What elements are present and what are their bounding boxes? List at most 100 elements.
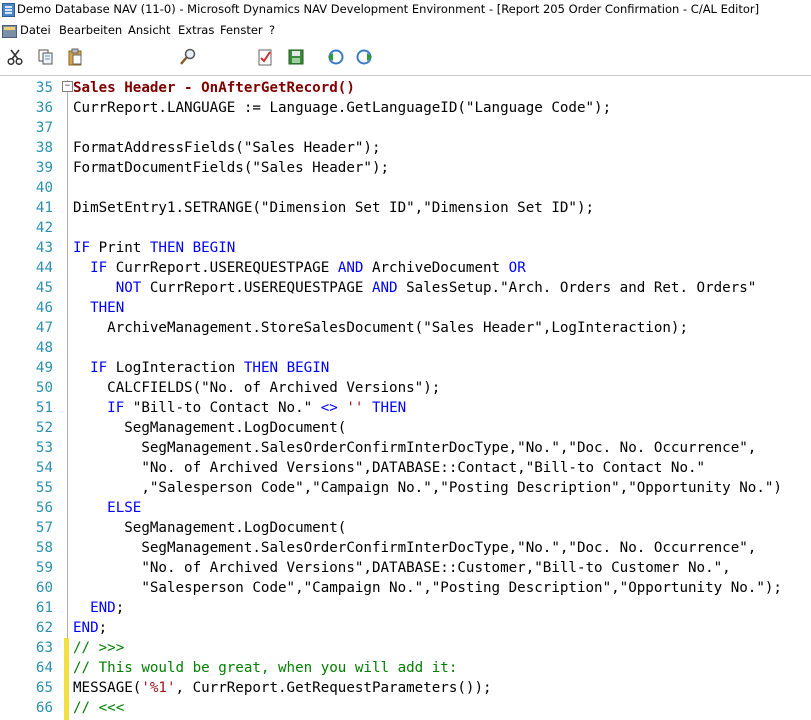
code-text: SegManagement.LogDocument(: [73, 418, 346, 438]
code-line[interactable]: 35 Sales Header - OnAfterGetRecord(): [0, 78, 811, 98]
line-number: 56: [35, 500, 53, 516]
code-token: MESSAGE(: [73, 680, 142, 696]
line-number: 51: [35, 400, 53, 416]
code-line[interactable]: 41 DimSetEntry1.SETRANGE("Dimension Set I…: [0, 198, 811, 218]
code-line[interactable]: 56 ELSE: [0, 498, 811, 518]
code-text: FormatAddressFields("Sales Header");: [73, 138, 381, 158]
code-token: ,"Salesperson Code","Campaign No.","Post…: [73, 480, 782, 496]
code-line[interactable]: 57 SegManagement.LogDocument(: [0, 518, 811, 538]
code-line[interactable]: 37: [0, 118, 811, 138]
code-text: "No. of Archived Versions",DATABASE::Cus…: [73, 558, 730, 578]
prev-icon[interactable]: [327, 48, 345, 66]
code-text: IF "Bill-to Contact No." <> '' THEN: [73, 398, 406, 418]
code-token: THEN: [372, 400, 407, 416]
line-number: 63: [35, 640, 53, 656]
title-bar: Demo Database NAV (11-0) - Microsoft Dyn…: [0, 0, 811, 20]
code-line[interactable]: 47 ArchiveManagement.StoreSalesDocument(…: [0, 318, 811, 338]
code-line[interactable]: 40: [0, 178, 811, 198]
line-number: 45: [35, 280, 53, 296]
document-menu-icon[interactable]: [2, 25, 17, 38]
code-token: // <<<: [73, 700, 125, 716]
code-line[interactable]: 58 SegManagement.SalesOrderConfirmInterD…: [0, 538, 811, 558]
line-number: 44: [35, 260, 53, 276]
code-text: IF CurrReport.USEREQUESTPAGE AND Archive…: [73, 258, 526, 278]
code-line[interactable]: 46 THEN: [0, 298, 811, 318]
code-token: CALCFIELDS("No. of Archived Versions");: [73, 380, 441, 396]
paste-icon[interactable]: [66, 48, 84, 66]
line-number: 43: [35, 240, 53, 256]
menu-bearbeiten[interactable]: Bearbeiten: [59, 23, 122, 37]
code-token: SalesSetup."Arch. Orders and Ret. Orders…: [397, 280, 757, 296]
code-line[interactable]: 42: [0, 218, 811, 238]
line-number: 46: [35, 300, 53, 316]
line-number: 36: [35, 100, 53, 116]
code-line[interactable]: 45 NOT CurrReport.USEREQUESTPAGE AND Sal…: [0, 278, 811, 298]
find-icon[interactable]: [179, 48, 197, 66]
code-token: THEN: [90, 300, 125, 316]
code-token: ;: [98, 620, 108, 636]
line-number: 50: [35, 380, 53, 396]
menu-datei[interactable]: Datei: [20, 23, 51, 37]
code-token: // >>>: [73, 640, 125, 656]
code-text: FormatDocumentFields("Sales Header");: [73, 158, 389, 178]
menu-extras[interactable]: Extras: [178, 23, 214, 37]
code-line[interactable]: 38 FormatAddressFields("Sales Header");: [0, 138, 811, 158]
code-token: AND: [371, 280, 398, 296]
code-token: IF: [90, 360, 108, 376]
code-text: ,"Salesperson Code","Campaign No.","Post…: [73, 478, 782, 498]
compile-icon[interactable]: [256, 48, 274, 66]
code-text: NOT CurrReport.USEREQUESTPAGE AND SalesS…: [73, 278, 757, 298]
menu-help[interactable]: ?: [269, 23, 275, 37]
code-line[interactable]: 48: [0, 338, 811, 358]
code-line[interactable]: 65 MESSAGE('%1', CurrReport.GetRequestPar…: [0, 678, 811, 698]
line-number: 40: [35, 180, 53, 196]
code-token: ;: [115, 600, 125, 616]
code-line[interactable]: 63 // >>>: [0, 638, 811, 658]
next-icon[interactable]: [355, 48, 373, 66]
line-number: 42: [35, 220, 53, 236]
code-line[interactable]: 53 SegManagement.SalesOrderConfirmInterD…: [0, 438, 811, 458]
code-line[interactable]: 64 // This would be great, when you will …: [0, 658, 811, 678]
menu-fenster[interactable]: Fenster: [220, 23, 263, 37]
code-line[interactable]: 55 ,"Salesperson Code","Campaign No.","P…: [0, 478, 811, 498]
code-line[interactable]: 43 IF Print THEN BEGIN: [0, 238, 811, 258]
copy-icon[interactable]: [37, 48, 55, 66]
cut-icon[interactable]: [6, 48, 24, 66]
code-token: ArchiveManagement.StoreSalesDocument("Sa…: [73, 320, 688, 336]
code-text: END;: [73, 618, 107, 638]
code-token: ArchiveDocument: [363, 260, 509, 276]
save-icon[interactable]: [287, 48, 305, 66]
code-line[interactable]: 62 END;: [0, 618, 811, 638]
code-line[interactable]: 60 "Salesperson Code","Campaign No.","Po…: [0, 578, 811, 598]
code-token: DimSetEntry1.SETRANGE("Dimension Set ID"…: [73, 200, 595, 216]
code-text: ArchiveManagement.StoreSalesDocument("Sa…: [73, 318, 688, 338]
code-line[interactable]: 59 "No. of Archived Versions",DATABASE::…: [0, 558, 811, 578]
code-token: END: [73, 620, 99, 636]
code-token: SegManagement.SalesOrderConfirmInterDocT…: [73, 540, 757, 556]
code-line[interactable]: 49 IF LogInteraction THEN BEGIN: [0, 358, 811, 378]
code-line[interactable]: 52 SegManagement.LogDocument(: [0, 418, 811, 438]
line-number: 62: [35, 620, 53, 636]
code-line[interactable]: 44 IF CurrReport.USEREQUESTPAGE AND Arch…: [0, 258, 811, 278]
toolbar: [0, 41, 811, 75]
code-token: AND: [337, 260, 364, 276]
line-number: 53: [35, 440, 53, 456]
line-number: 52: [35, 420, 53, 436]
code-line[interactable]: 54 "No. of Archived Versions",DATABASE::…: [0, 458, 811, 478]
code-line[interactable]: 61 END;: [0, 598, 811, 618]
code-token: "Salesperson Code","Campaign No.","Posti…: [73, 580, 782, 596]
code-text: // >>>: [73, 638, 124, 658]
line-number: 58: [35, 540, 53, 556]
code-line[interactable]: 39 FormatDocumentFields("Sales Header");: [0, 158, 811, 178]
code-line[interactable]: 50 CALCFIELDS("No. of Archived Versions"…: [0, 378, 811, 398]
menu-ansicht[interactable]: Ansicht: [128, 23, 170, 37]
code-line[interactable]: 66 // <<<: [0, 698, 811, 718]
code-token: SegManagement.LogDocument(: [73, 520, 347, 536]
code-line[interactable]: 36 CurrReport.LANGUAGE := Language.GetLan…: [0, 98, 811, 118]
code-line[interactable]: 51 IF "Bill-to Contact No." <> '' THEN: [0, 398, 811, 418]
code-token: IF: [90, 260, 108, 276]
code-token: ELSE: [107, 500, 142, 516]
